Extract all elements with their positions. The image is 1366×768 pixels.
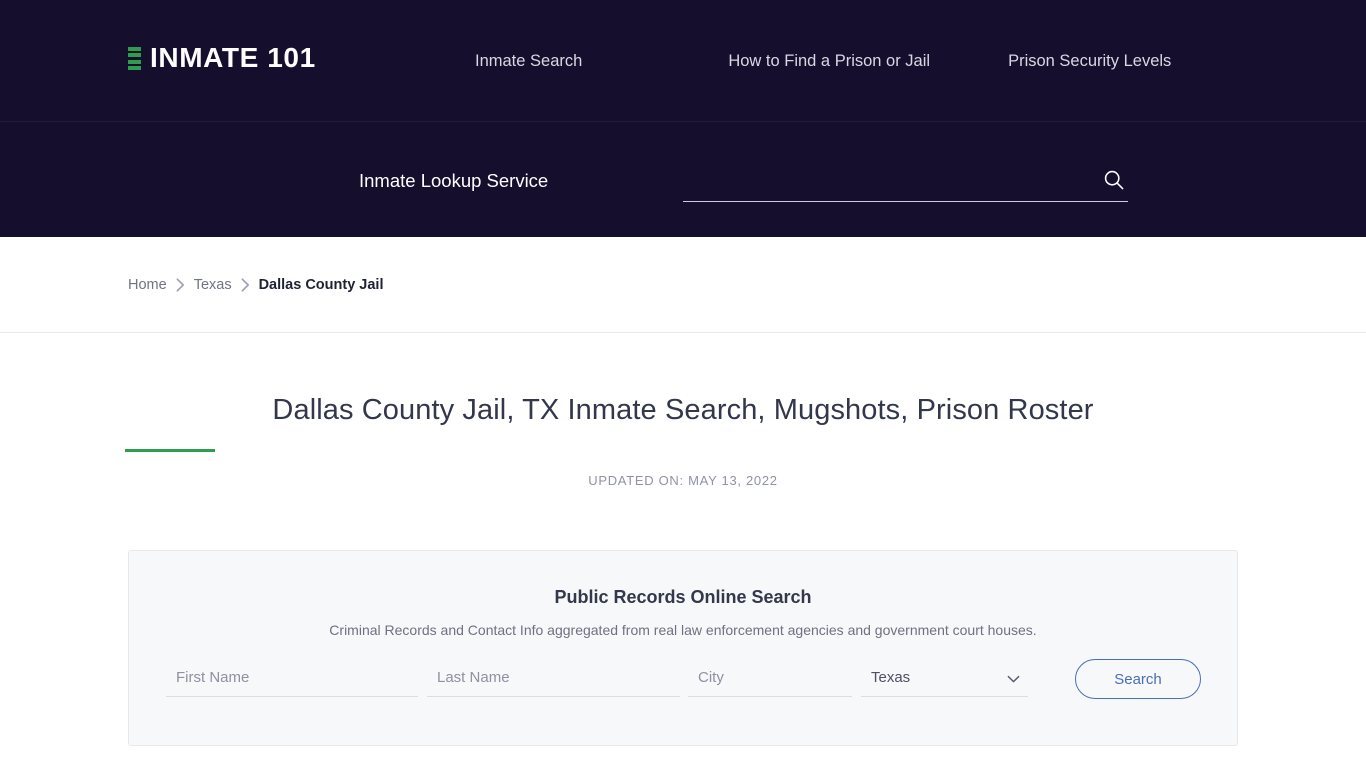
public-records-panel: Public Records Online Search Criminal Re… (128, 550, 1238, 746)
state-select[interactable]: Texas (861, 659, 1028, 695)
header-search-button[interactable] (1100, 166, 1128, 194)
first-name-input[interactable] (166, 659, 418, 695)
header-search-row: Inmate Lookup Service (0, 122, 1366, 237)
inmate-lookup-service-label: Inmate Lookup Service (359, 170, 549, 191)
city-field (688, 659, 852, 697)
site-header: INMATE 101 Inmate Search How to Find a P… (0, 0, 1366, 237)
nav-item-inmate-search[interactable]: Inmate Search (475, 49, 582, 73)
state-field: Texas (861, 659, 1028, 697)
city-input[interactable] (688, 659, 852, 695)
header-search-input[interactable] (683, 160, 1083, 198)
public-records-search-form: Texas Search (166, 659, 1202, 699)
page-main: Dallas County Jail, TX Inmate Search, Mu… (0, 333, 1366, 746)
breadcrumb-item-texas[interactable]: Texas (194, 275, 232, 295)
breadcrumb-bar: Home Texas Dallas County Jail (0, 237, 1366, 333)
chevron-right-icon (241, 277, 250, 292)
logo-bars-icon (128, 46, 141, 71)
nav-item-prison-security-levels[interactable]: Prison Security Levels (1008, 49, 1171, 73)
search-icon (1104, 170, 1124, 190)
breadcrumb-item-home[interactable]: Home (128, 275, 167, 295)
last-name-input[interactable] (427, 659, 680, 695)
header-top-row: INMATE 101 Inmate Search How to Find a P… (0, 0, 1366, 122)
brand-name: INMATE 101 (150, 42, 316, 73)
page-title: Dallas County Jail, TX Inmate Search, Mu… (272, 394, 1094, 426)
header-search-field-wrapper (683, 160, 1128, 202)
nav-item-how-to-find-a-prison-or-jail[interactable]: How to Find a Prison or Jail (728, 49, 930, 73)
last-name-field (427, 659, 680, 697)
title-underline-rule (125, 449, 215, 452)
chevron-right-icon (176, 277, 185, 292)
updated-on-text: UPDATED ON: MAY 13, 2022 (588, 473, 778, 488)
breadcrumb-item-current: Dallas County Jail (258, 276, 384, 293)
first-name-field (166, 659, 418, 697)
records-search-button[interactable]: Search (1075, 659, 1201, 699)
panel-subtitle: Criminal Records and Contact Info aggreg… (329, 622, 1037, 638)
main-navigation: Inmate Search How to Find a Prison or Ja… (475, 49, 1171, 73)
panel-title: Public Records Online Search (554, 587, 812, 607)
breadcrumb: Home Texas Dallas County Jail (128, 275, 383, 295)
brand-logo-link[interactable]: INMATE 101 (128, 44, 316, 72)
